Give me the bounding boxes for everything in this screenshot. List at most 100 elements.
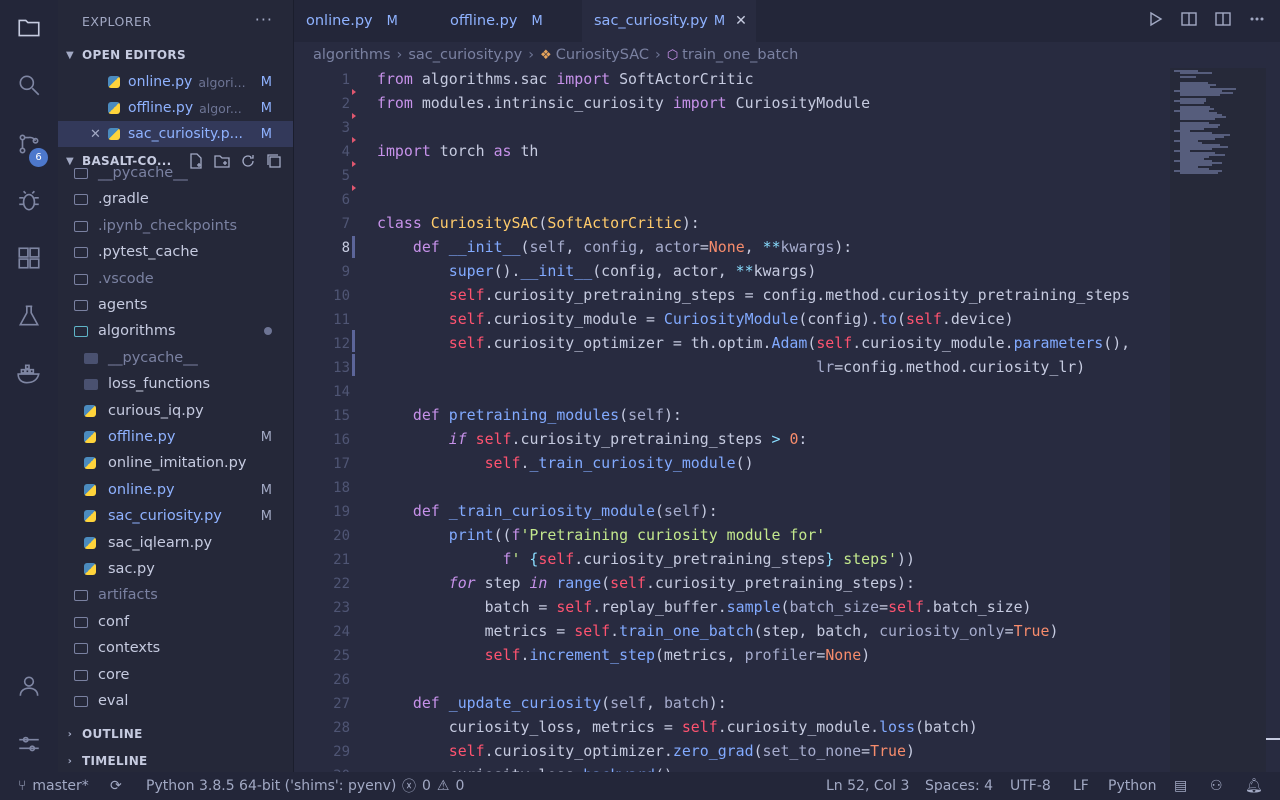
layout-icon[interactable]: ▤ [1174,778,1187,794]
chevron-right-icon: › [528,47,535,63]
tree-folder-item[interactable]: conf [58,609,293,635]
tree-item-label: agents [98,297,148,313]
breadcrumb: algorithms › sac_curiosity.py › ❖ Curios… [294,42,1280,68]
encoding-status[interactable]: UTF-8 [1010,778,1051,794]
tree-folder-item[interactable]: .vscode [58,266,293,292]
tree-item-label: .ipynb_checkpoints [98,218,238,234]
tree-folder-item[interactable]: algorithms [58,318,293,344]
line-number: 22 [333,576,350,592]
line-number: 24 [333,624,350,640]
search-icon[interactable] [0,61,58,109]
modified-line-marker [352,236,355,258]
tree-folder-item[interactable]: .pytest_cache [58,239,293,265]
breadcrumb-folder[interactable]: algorithms [313,47,391,63]
scm-badge: 6 [29,148,48,167]
tree-folder-item[interactable]: artifacts [58,582,293,608]
line-number: 10 [333,288,350,304]
code-line: for step in range(self.curiosity_pretrai… [448,574,915,592]
open-editors-header[interactable]: ▼ OPEN EDITORS [58,42,293,68]
branch-status[interactable]: ⑂ master* [18,778,89,794]
open-editor-item[interactable]: offline.py algor... M [58,95,293,121]
sync-icon[interactable]: ⟳ [110,778,122,794]
code-line: def _train_curiosity_module(self): [412,502,718,520]
more-actions-icon[interactable]: ··· [255,10,273,29]
python-file-icon [108,76,128,88]
line-number: 18 [333,480,350,496]
debug-icon[interactable] [0,177,58,225]
tree-folder-item[interactable]: __pycache__ [58,345,293,371]
tree-file-item[interactable]: sac.py [58,556,293,582]
tree-folder-item[interactable]: eval [58,688,293,714]
settings-icon[interactable] [0,720,58,768]
code-line: f' {self.curiosity_pretraining_steps} st… [502,550,915,568]
python-file-icon [84,431,108,443]
code-line: lr=config.method.curiosity_lr) [816,358,1086,376]
compare-changes-icon[interactable] [1180,10,1198,28]
minimap[interactable] [1170,68,1266,772]
line-number: 19 [333,504,350,520]
timeline-header[interactable]: › TIMELINE [58,748,293,772]
folder-icon [74,325,88,337]
eol-status[interactable]: LF [1073,778,1089,794]
run-icon[interactable] [1146,10,1164,28]
tree-file-item[interactable]: online.py M [58,477,293,503]
tab-offline[interactable]: offline.py M [438,0,582,42]
more-actions-icon[interactable] [1248,10,1266,28]
tree-file-item[interactable]: offline.py M [58,424,293,450]
breadcrumb-class[interactable]: CuriositySAC [556,47,649,63]
indentation-status[interactable]: Spaces: 4 [925,778,993,794]
tree-file-item[interactable]: sac_iqlearn.py [58,530,293,556]
tree-folder-item[interactable]: .gradle [58,186,293,212]
modified-line-marker [352,354,355,376]
modified-dot [264,327,272,335]
breadcrumb-method[interactable]: train_one_batch [682,47,798,63]
close-icon[interactable]: ✕ [58,127,108,142]
code-line: def _update_curiosity(self, batch): [412,694,727,712]
docker-icon[interactable] [0,350,58,398]
code-line: from modules.intrinsic_curiosity import … [377,94,871,112]
cursor-position[interactable]: Ln 52, Col 3 [826,778,909,794]
code-line: self._train_curiosity_module() [484,454,754,472]
tree-folder-item[interactable]: .ipynb_checkpoints [58,213,293,239]
account-icon[interactable] [0,662,58,710]
tree-folder-item[interactable]: contexts [58,635,293,661]
source-control-icon[interactable]: 6 [0,120,58,168]
tab-sac-curiosity[interactable]: sac_curiosity.py M ✕ [582,0,756,42]
breadcrumb-file[interactable]: sac_curiosity.py [408,47,522,63]
tree-folder-item[interactable]: core [58,662,293,688]
close-icon[interactable]: ✕ [735,13,747,29]
line-number: 1 [341,72,350,88]
line-number: 13 [333,360,350,376]
notifications-icon[interactable]: 🔔︎ [1245,778,1263,794]
outline-header[interactable]: › OUTLINE [58,721,293,747]
code-editor[interactable]: 1 2 3 4 5 6 7 8 9 10 11 12 13 14 15 16 17 18 19 20 21 22 23 24 2… [294,68,1280,772]
open-editor-item[interactable]: ✕ sac_curiosity.p... M [58,121,293,147]
code-line: print((f'Pretraining curiosity module fo… [448,526,826,544]
open-editor-item[interactable]: online.py algori... M [58,69,293,95]
tree-item-label: artifacts [98,587,158,603]
python-file-icon [84,484,108,496]
split-editor-icon[interactable] [1214,10,1232,28]
tree-file-item[interactable]: sac_curiosity.py M [58,503,293,529]
python-file-icon [84,457,108,469]
tree-item-label: conf [98,614,130,630]
tree-file-item[interactable]: online_imitation.py [58,450,293,476]
python-file-icon [108,128,128,140]
tree-folder-item[interactable]: __pycache__ [58,160,293,186]
line-number: 16 [333,432,350,448]
extensions-icon[interactable] [0,234,58,282]
feedback-icon[interactable]: ⚇ [1210,778,1223,794]
explorer-icon[interactable] [0,4,58,52]
testing-icon[interactable] [0,292,58,340]
tab-online[interactable]: online.py M [294,0,438,42]
tree-folder-item[interactable]: loss_functions [58,371,293,397]
explorer-title: EXPLORER [82,14,152,29]
tree-folder-item[interactable]: agents [58,292,293,318]
language-status[interactable]: Python [1108,778,1157,794]
tree-file-item[interactable]: curious_iq.py [58,398,293,424]
folder-icon [74,299,88,311]
problems-status[interactable]: ⓧ 0 ⚠ 0 [402,776,464,796]
vertical-scrollbar[interactable] [1266,68,1280,772]
chevron-right-icon: › [67,728,73,740]
interpreter-status[interactable]: Python 3.8.5 64-bit ('shims': pyenv) [146,778,396,794]
